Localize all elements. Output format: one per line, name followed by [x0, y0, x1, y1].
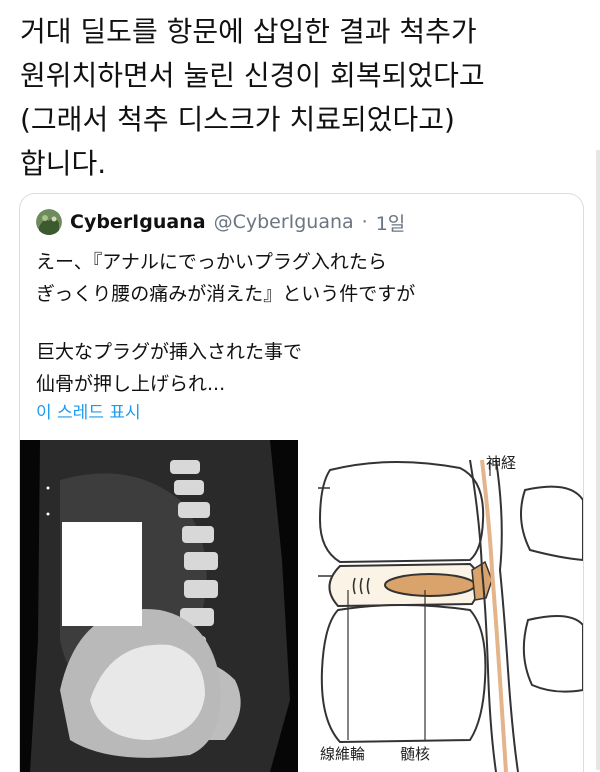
- post-time[interactable]: 1일: [376, 209, 406, 236]
- tweet-line: 거대 딜도를 항문에 삽입한 결과 척추가: [20, 15, 477, 48]
- quoted-tweet-body: えー、『アナルにでっかいプラグ入れたら ぎっくり腰の痛みが消えた』という件ですが…: [36, 246, 566, 400]
- author-handle: @CyberIguana: [213, 211, 354, 233]
- quote-line: えー、『アナルにでっかいプラグ入れたら: [36, 251, 387, 273]
- label-annulus-fibrosus: 線維輪: [320, 745, 366, 763]
- tweet-line: 원위치하면서 눌린 신경이 회복되었다고: [20, 59, 485, 92]
- ct-scan-image[interactable]: [20, 440, 298, 772]
- label-nerve: 神経: [486, 454, 517, 472]
- tweet-line: (그래서 척추 디스크가 치료되었다고): [20, 103, 455, 136]
- label-nucleus-pulposus: 髄核: [400, 745, 431, 763]
- tweet-text: 거대 딜도를 항문에 삽입한 결과 척추가 원위치하면서 눌린 신경이 회복되었…: [20, 10, 580, 186]
- tweet-line: 합니다.: [20, 147, 107, 180]
- scroll-edge: [596, 150, 600, 770]
- spinal-disc-diagram[interactable]: [300, 440, 583, 772]
- avatar[interactable]: [36, 209, 62, 235]
- author-name[interactable]: CyberIguana: [70, 211, 206, 233]
- show-thread-link[interactable]: 이 스레드 표시: [36, 398, 141, 423]
- quoted-author-row: CyberIguana @CyberIguana · 1일: [36, 208, 405, 236]
- quote-line: 巨大なプラグが挿入された事で: [36, 341, 303, 363]
- quote-line: 仙骨が押し上げられ...: [36, 373, 226, 395]
- separator-dot: ·: [361, 211, 368, 233]
- quoted-tweet-card[interactable]: CyberIguana @CyberIguana · 1일 えー、『アナルにでっ…: [19, 193, 584, 772]
- quote-line: ぎっくり腰の痛みが消えた』という件ですが: [36, 283, 416, 305]
